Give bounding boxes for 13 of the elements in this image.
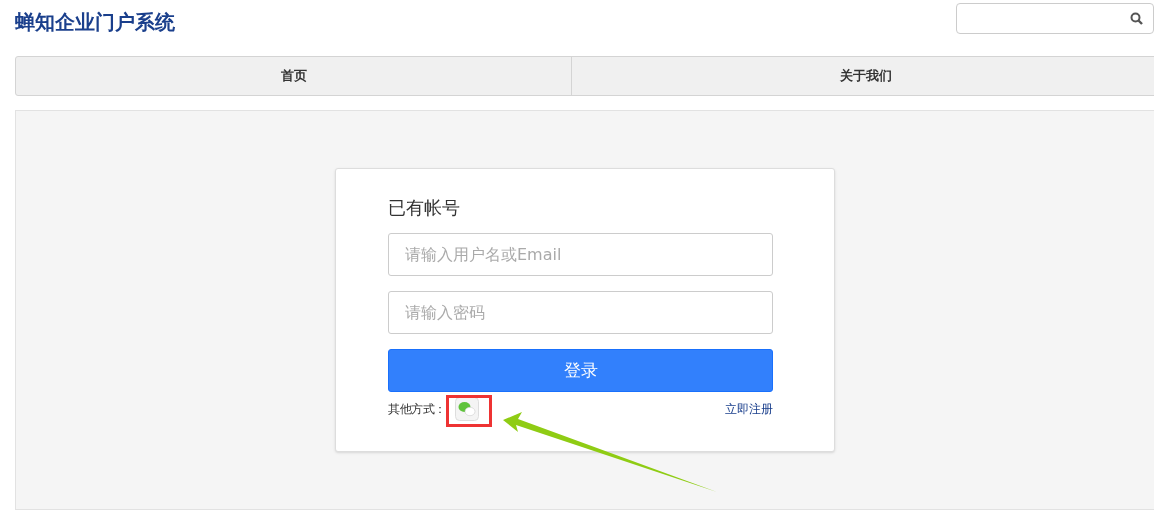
chat-bubbles-icon[interactable] <box>454 397 479 421</box>
site-title[interactable]: 蝉知企业门户系统 <box>15 7 175 37</box>
search-field[interactable] <box>956 3 1154 34</box>
nav-tab[interactable]: 首页 <box>16 57 572 95</box>
nav-tab[interactable]: 关于我们 <box>572 57 1154 95</box>
other-methods-label: 其他方式： <box>388 401 446 418</box>
login-button[interactable]: 登录 <box>388 349 773 392</box>
login-title: 已有帐号 <box>388 196 461 220</box>
annotation-box <box>446 395 492 427</box>
username-field[interactable]: 请输入用户名或Email <box>388 233 773 276</box>
search-icon[interactable] <box>1130 12 1143 25</box>
password-field[interactable]: 请输入密码 <box>388 291 773 334</box>
register-link[interactable]: 立即注册 <box>725 400 773 418</box>
